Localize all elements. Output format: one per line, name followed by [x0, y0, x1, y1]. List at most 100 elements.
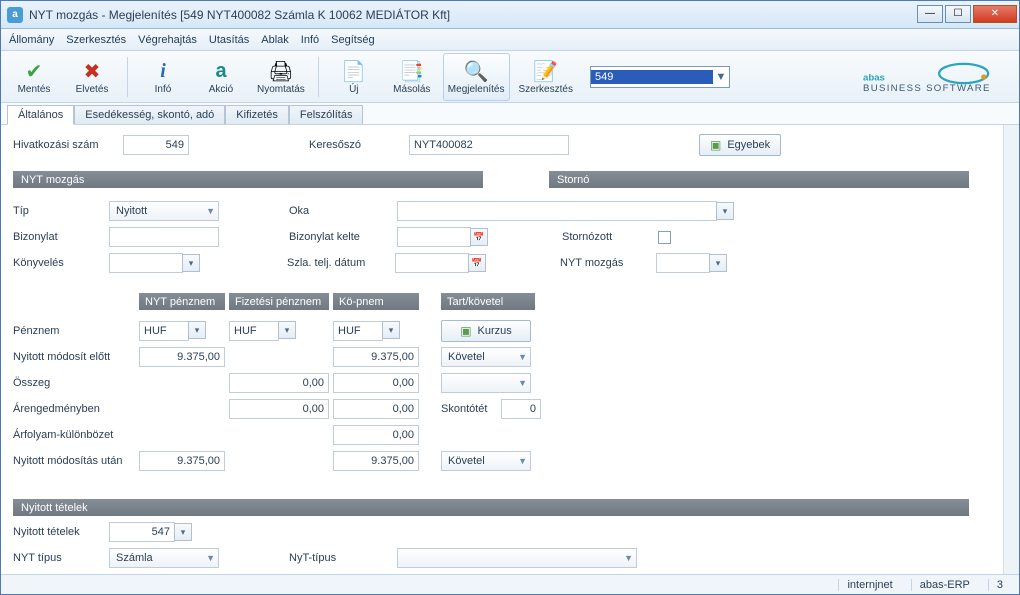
new-doc-icon: 📄	[341, 58, 366, 84]
col-nyt-penznem: NYT pénznem	[139, 293, 225, 310]
x-icon: ✖	[84, 58, 101, 84]
new-button[interactable]: 📄 Új	[327, 53, 381, 101]
svg-text:abas: abas	[863, 72, 885, 83]
arfolyam-label: Árfolyam-különbözet	[13, 429, 135, 441]
osszeg-label: Összeg	[13, 377, 135, 389]
nyitott-tetelek-value: 547	[109, 522, 175, 542]
oka-lookup[interactable]: ▾	[716, 202, 734, 220]
tab-kifizetes[interactable]: Kifizetés	[225, 105, 289, 124]
lookup-icon[interactable]: ▾	[174, 523, 192, 541]
action-icon: a	[215, 58, 226, 84]
col-tart-kovetel: Tart/követel	[441, 293, 535, 310]
edit-doc-icon: 📝	[533, 58, 558, 84]
nyt-t-tipus-combo[interactable]: ▼	[397, 548, 637, 568]
chevron-down-icon: ▼	[518, 378, 527, 388]
oka-input[interactable]	[397, 201, 717, 221]
save-button[interactable]: ✔ Mentés	[7, 53, 61, 101]
lookup-icon[interactable]: ▾	[382, 321, 400, 339]
nyt-penznem-value: HUF	[139, 321, 189, 341]
chevron-down-icon: ▼	[713, 71, 729, 83]
menu-info[interactable]: Infó	[301, 34, 319, 46]
lookup-icon[interactable]: ▾	[188, 321, 206, 339]
osszeg-combo[interactable]: ▼	[441, 373, 531, 393]
magnifier-icon: 🔍	[464, 58, 489, 84]
nyitott-utan-label: Nyitott módosítás után	[13, 455, 135, 467]
szla-telj-input[interactable]	[395, 253, 469, 273]
konyveles-input[interactable]	[109, 253, 183, 273]
bizonylat-input[interactable]	[109, 227, 219, 247]
nyt-tipus-label: NYT típus	[13, 552, 109, 564]
nyt-mozgas-lookup[interactable]: ▾	[709, 254, 727, 272]
status-net: internjnet	[838, 579, 900, 591]
col-ko-pnem: Kö-pnem	[333, 293, 419, 310]
tip-combo[interactable]: Nyitott ▼	[109, 201, 219, 221]
content-area: Hivatkozási szám 549 Keresőszó NYT400082…	[1, 125, 1019, 574]
window-buttons: — ☐ ✕	[915, 5, 1017, 25]
info-button[interactable]: i Infó	[136, 53, 190, 101]
nyt-mozgas-input[interactable]	[656, 253, 710, 273]
chevron-down-icon: ▼	[518, 352, 527, 362]
fiz-penznem-value: HUF	[229, 321, 279, 341]
tip-label: Típ	[13, 205, 109, 217]
calendar-icon[interactable]: 📅	[468, 254, 486, 272]
others-button[interactable]: ▣ Egyebek	[699, 134, 781, 156]
print-button[interactable]: 🖨 Nyomtatás	[252, 53, 310, 101]
menu-allomany[interactable]: Állomány	[9, 34, 54, 46]
search-value: NYT400082	[409, 135, 569, 155]
chevron-down-icon: ▼	[206, 553, 215, 563]
col-fizetesi-penznem: Fizetési pénznem	[229, 293, 329, 310]
osszeg-fiz: 0,00	[229, 373, 329, 393]
kovetel-combo-1[interactable]: Követel▼	[441, 347, 531, 367]
tab-altalanos[interactable]: Általános	[7, 105, 74, 125]
nyitott-utan-ko: 9.375,00	[333, 451, 419, 471]
toolbar-combo[interactable]: 549 ▼	[590, 66, 730, 88]
menu-segitseg[interactable]: Segítség	[331, 34, 374, 46]
ref-label: Hivatkozási szám	[13, 139, 123, 151]
window-title: NYT mozgás - Megjelenítés [549 NYT400082…	[29, 8, 915, 22]
view-button[interactable]: 🔍 Megjelenítés	[443, 53, 510, 101]
kurzus-button[interactable]: ▣ Kurzus	[441, 320, 531, 342]
edit-button[interactable]: 📝 Szerkesztés	[514, 53, 578, 101]
vertical-scrollbar[interactable]	[1003, 125, 1019, 574]
konyveles-label: Könyvelés	[13, 257, 109, 269]
toolbar: ✔ Mentés ✖ Elvetés i Infó a Akció 🖨 Nyom…	[1, 51, 1019, 103]
nyitott-elott-ko: 9.375,00	[333, 347, 419, 367]
maximize-button[interactable]: ☐	[945, 5, 971, 23]
scroll-area: Hivatkozási szám 549 Keresőszó NYT400082…	[1, 125, 1003, 574]
lookup-icon[interactable]: ▾	[278, 321, 296, 339]
menu-vegrehajtas[interactable]: Végrehajtás	[138, 34, 197, 46]
close-button[interactable]: ✕	[973, 5, 1017, 23]
stornozott-label: Stornózott	[562, 231, 658, 243]
menu-ablak[interactable]: Ablak	[261, 34, 289, 46]
info-icon: i	[160, 58, 166, 84]
tab-esedekesseg[interactable]: Esedékesség, skontó, adó	[74, 105, 225, 124]
arengedmeny-label: Árengedményben	[13, 403, 135, 415]
arengedmeny-fiz: 0,00	[229, 399, 329, 419]
discard-button[interactable]: ✖ Elvetés	[65, 53, 119, 101]
copy-button[interactable]: 📑 Másolás	[385, 53, 439, 101]
nyitott-elott-nyt: 9.375,00	[139, 347, 225, 367]
svg-text:BUSINESS SOFTWARE: BUSINESS SOFTWARE	[863, 83, 991, 94]
ko-penznem-value: HUF	[333, 321, 383, 341]
calendar-icon[interactable]: 📅	[470, 228, 488, 246]
combo-value: 549	[591, 70, 713, 84]
arengedmeny-ko: 0,00	[333, 399, 419, 419]
action-button[interactable]: a Akció	[194, 53, 248, 101]
tab-felszolitas[interactable]: Felszólítás	[289, 105, 364, 124]
bizonylat-kelte-input[interactable]	[397, 227, 471, 247]
nyt-tipus-combo[interactable]: Számla▼	[109, 548, 219, 568]
minimize-button[interactable]: —	[917, 5, 943, 23]
arfolyam-ko: 0,00	[333, 425, 419, 445]
copy-icon: 📑	[399, 58, 424, 84]
bizonylat-label: Bizonylat	[13, 231, 109, 243]
menu-szerkesztes[interactable]: Szerkesztés	[66, 34, 126, 46]
nyt-t-tipus-label: NyT-típus	[289, 552, 397, 564]
nyitott-elott-label: Nyitott módosít előtt	[13, 351, 135, 363]
stornozott-checkbox[interactable]	[658, 231, 671, 244]
menu-utasitas[interactable]: Utasítás	[209, 34, 249, 46]
konyveles-lookup[interactable]: ▾	[182, 254, 200, 272]
oka-label: Oka	[289, 205, 397, 217]
status-page: 3	[988, 579, 1011, 591]
kovetel-combo-2[interactable]: Követel▼	[441, 451, 531, 471]
search-label: Keresőszó	[309, 139, 409, 151]
